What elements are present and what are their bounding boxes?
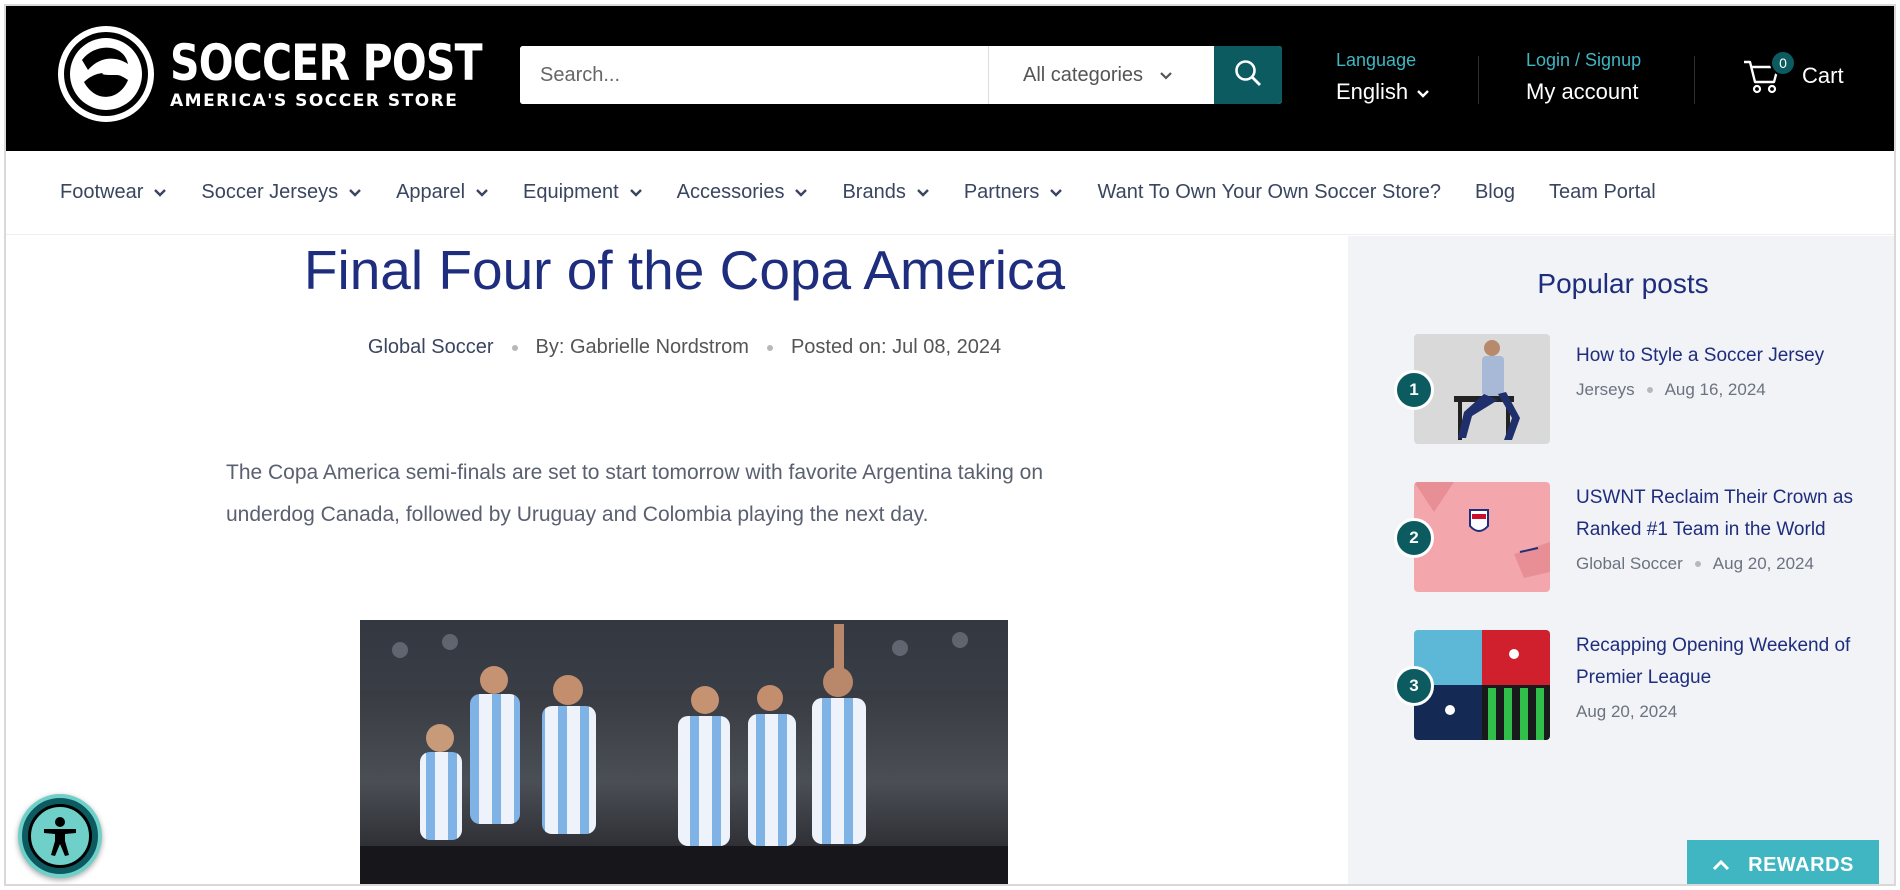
nav-item-partners[interactable]: Partners (964, 181, 1064, 204)
search-button[interactable] (1214, 46, 1282, 104)
post-title-link[interactable]: Recapping Opening Weekend of Premier Lea… (1576, 630, 1876, 694)
post-date: Aug 20, 2024 (1712, 554, 1814, 573)
post-thumbnail[interactable] (1414, 334, 1550, 444)
meta-separator (1646, 387, 1653, 393)
chevron-down-icon (1159, 64, 1173, 87)
nav-item-label: Team Portal (1548, 181, 1656, 203)
article-paragraph: The Copa America semi-finals are set to … (226, 461, 1044, 526)
nav-item-accessories[interactable]: Accessories (677, 181, 809, 204)
nav-item-label: Partners (963, 181, 1040, 203)
meta-separator (511, 344, 518, 351)
accessibility-button[interactable] (18, 794, 102, 878)
meta-separator (766, 344, 773, 351)
nav-item-footwear[interactable]: Footwear (60, 181, 167, 204)
post-title-link[interactable]: USWNT Reclaim Their Crown as Ranked #1 T… (1576, 482, 1876, 546)
post-category: Jerseys (1576, 380, 1635, 399)
popular-post-item[interactable]: 2 USWNT Reclaim Their Crown as Ranked #1… (1394, 482, 1894, 592)
cart-button[interactable]: 0 Cart (1742, 50, 1844, 96)
popular-post-item[interactable]: 1 How to Style a Soccer Jersey Jerseys A… (1394, 334, 1894, 444)
nav-item-label: Apparel (396, 181, 466, 203)
article-date: Posted on: Jul 08, 2024 (790, 336, 1002, 358)
search-icon (1233, 58, 1263, 93)
nav-item-soccer-jerseys[interactable]: Soccer Jerseys (201, 181, 362, 204)
divider (1478, 56, 1479, 104)
account-menu[interactable]: Login / Signup My account (1526, 50, 1641, 105)
nav-item-label: Soccer Jerseys (201, 181, 339, 203)
soccer-ball-logo-icon (58, 26, 154, 122)
rewards-label: REWARDS (1748, 853, 1854, 876)
nav-item-label: Blog (1474, 181, 1515, 203)
article-title: Final Four of the Copa America (303, 239, 1066, 301)
nav-item-apparel[interactable]: Apparel (396, 181, 489, 204)
chevron-down-icon (348, 181, 362, 204)
logo-subtitle: AMERICA'S SOCCER STORE (170, 91, 459, 111)
login-signup-link[interactable]: Login / Signup (1526, 50, 1641, 71)
nav-item-brands[interactable]: Brands (842, 181, 929, 204)
chevron-down-icon (1049, 181, 1063, 204)
site-header: SOCCER POST AMERICA'S SOCCER STORE All c… (6, 6, 1894, 151)
main-navigation: Footwear Soccer Jerseys Apparel Equipment Ac… (6, 151, 1894, 235)
search-bar: All categories (520, 46, 1282, 104)
post-category: Global Soccer (1576, 554, 1683, 573)
rewards-button[interactable]: REWARDS (1687, 840, 1879, 884)
language-selector[interactable]: Language English (1336, 50, 1430, 105)
chevron-down-icon (916, 181, 930, 204)
post-rank-badge: 2 (1394, 518, 1434, 558)
popular-posts-sidebar: Popular posts 1 How to Style a Soccer Je… (1348, 236, 1894, 884)
post-rank-badge: 3 (1394, 666, 1434, 706)
category-select-label: All categories (1023, 63, 1144, 86)
nav-item-want-to-own-your-own-soccer-store[interactable]: Want To Own Your Own Soccer Store? (1097, 181, 1441, 204)
logo-title: SOCCER POST (170, 34, 483, 92)
post-rank-badge: 1 (1394, 370, 1434, 410)
search-input[interactable] (520, 46, 988, 104)
article-author: By: Gabrielle Nordstrom (535, 336, 749, 358)
cart-icon: 0 (1742, 50, 1796, 96)
popular-post-item[interactable]: 3 Recapping Opening Weekend of Premier L… (1394, 630, 1894, 740)
post-thumbnail[interactable] (1414, 630, 1550, 740)
chevron-down-icon (794, 181, 808, 204)
my-account-link[interactable]: My account (1526, 79, 1639, 105)
post-title-link[interactable]: How to Style a Soccer Jersey (1576, 340, 1876, 372)
article-meta: Global Soccer By: Gabrielle Nordstrom Po… (22, 336, 1347, 359)
nav-item-label: Footwear (60, 181, 144, 203)
category-select[interactable]: All categories (988, 46, 1214, 104)
cart-count-badge: 0 (1770, 50, 1796, 76)
nav-item-team-portal[interactable]: Team Portal (1549, 181, 1656, 204)
language-value: English (1336, 79, 1409, 104)
sidebar-title: Popular posts (1537, 268, 1709, 299)
post-date: Aug 16, 2024 (1664, 380, 1766, 399)
divider (1694, 56, 1695, 104)
post-thumbnail[interactable] (1414, 482, 1550, 592)
nav-item-equipment[interactable]: Equipment (523, 181, 643, 204)
chevron-down-icon (629, 181, 643, 204)
nav-item-label: Accessories (676, 181, 785, 203)
meta-separator (1694, 561, 1701, 567)
cart-label: Cart (1802, 63, 1844, 88)
article-category-link[interactable]: Global Soccer (368, 336, 494, 359)
nav-item-label: Want To Own Your Own Soccer Store? (1097, 181, 1441, 203)
site-logo[interactable]: SOCCER POST AMERICA'S SOCCER STORE (58, 26, 550, 122)
nav-item-blog[interactable]: Blog (1475, 181, 1515, 204)
article: Final Four of the Copa America Global So… (22, 236, 1347, 884)
chevron-down-icon (475, 181, 489, 204)
article-hero-image (360, 620, 1008, 884)
nav-item-label: Brands (842, 181, 906, 203)
chevron-down-icon (153, 181, 167, 204)
accessibility-icon (28, 804, 92, 868)
language-label: Language (1336, 50, 1417, 70)
page: SOCCER POST AMERICA'S SOCCER STORE All c… (4, 4, 1896, 886)
chevron-up-icon (1712, 854, 1730, 877)
nav-item-label: Equipment (523, 181, 619, 203)
chevron-down-icon (1416, 79, 1430, 105)
post-date: Aug 20, 2024 (1576, 702, 1678, 721)
